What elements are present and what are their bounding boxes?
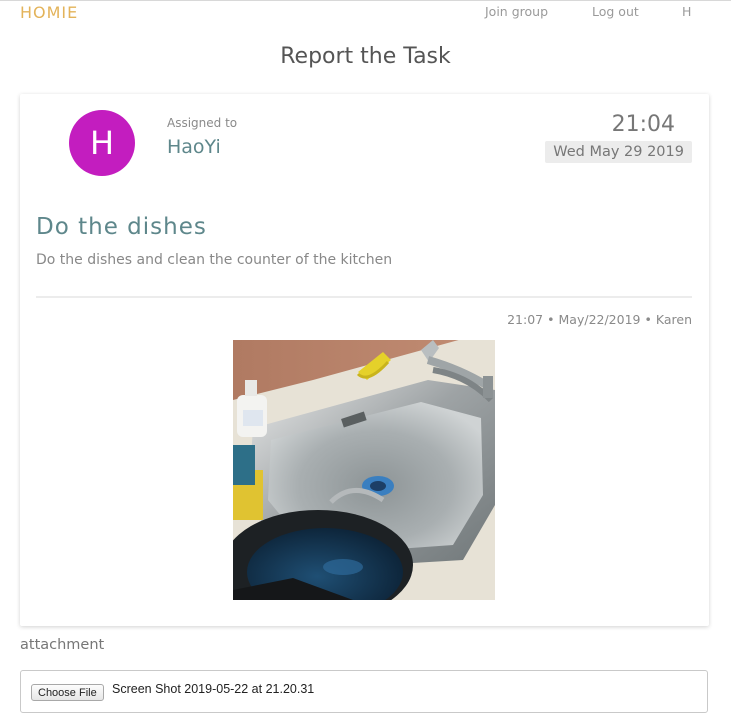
attachment-label: attachment [20,637,105,653]
file-input[interactable]: Choose File Screen Shot 2019-05-22 at 21… [20,670,708,713]
meta-separator: • [644,312,652,327]
user-menu-link[interactable]: H [682,4,691,19]
selected-file-name: Screen Shot 2019-05-22 at 21.20.31 [112,682,315,696]
choose-file-button[interactable]: Choose File [31,684,104,701]
avatar-initial: H [89,124,115,162]
task-photo [233,340,495,600]
report-time: 21:07 [507,312,544,327]
assignee-name: HaoYi [167,136,221,158]
report-author: Karen [655,312,692,327]
report-meta: 21:07 • May/22/2019 • Karen [507,312,692,327]
avatar: H [69,110,135,176]
top-nav-bar: HOMIE Join group Log out H [0,0,731,24]
brand-logo[interactable]: HOMIE [20,3,78,22]
assigned-to-label: Assigned to [167,116,238,130]
meta-separator: • [547,312,555,327]
page-title: Report the Task [280,44,451,69]
task-time: 21:04 [611,112,675,137]
task-card: H Assigned to HaoYi 21:04 Wed May 29 201… [20,94,709,626]
task-description: Do the dishes and clean the counter of t… [36,252,393,268]
divider [36,296,692,298]
join-group-link[interactable]: Join group [485,4,548,19]
report-date: May/22/2019 [558,312,641,327]
task-title: Do the dishes [36,214,207,240]
log-out-link[interactable]: Log out [592,4,639,19]
task-date-badge: Wed May 29 2019 [545,141,692,163]
